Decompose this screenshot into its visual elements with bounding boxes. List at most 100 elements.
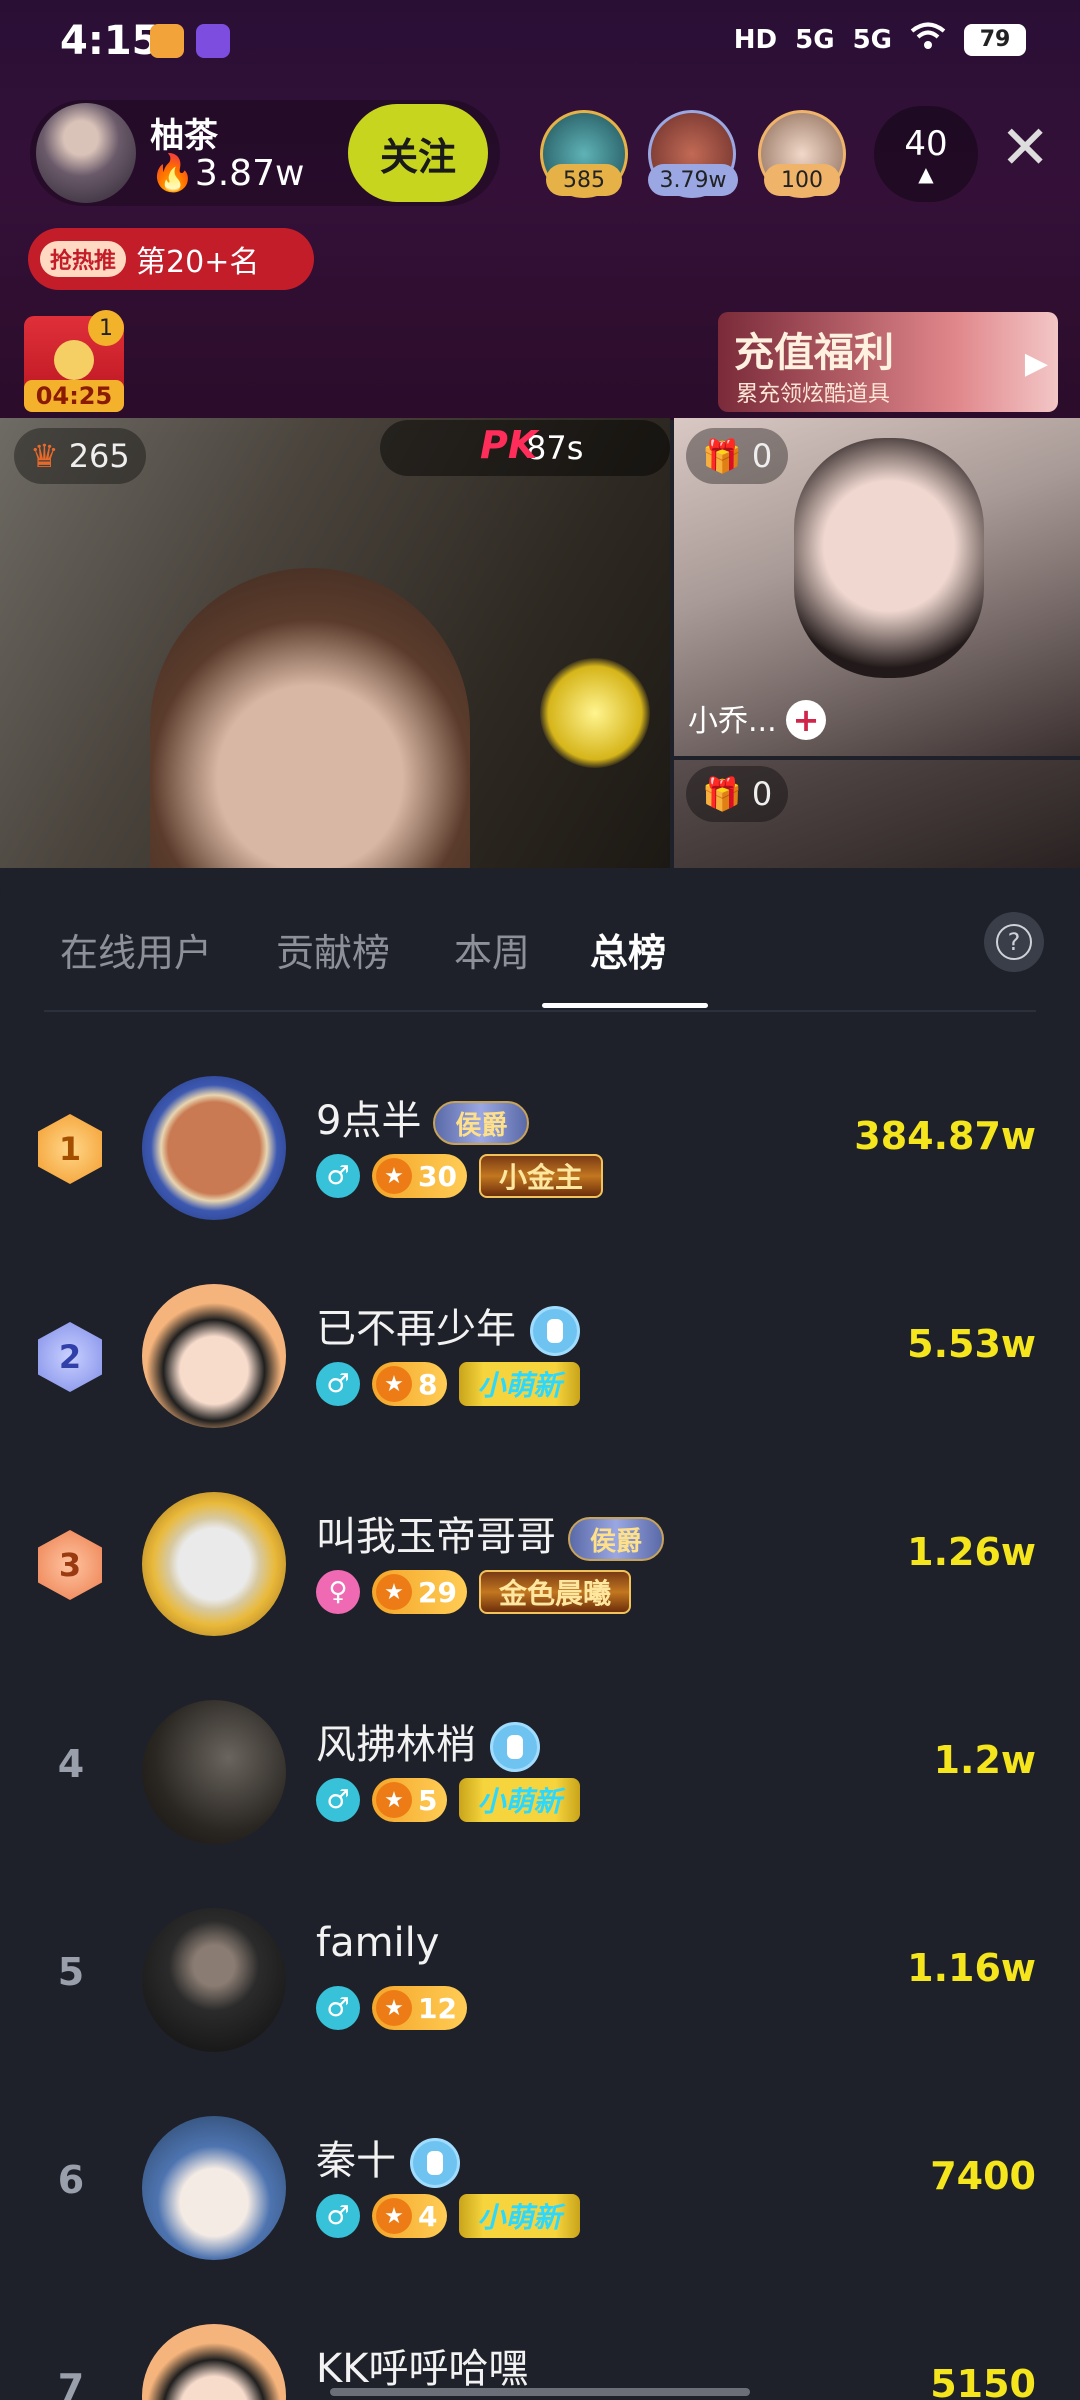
user-name: KK呼呼哈嘿 [316, 2346, 529, 2392]
contribution-score: 1.2w [933, 1738, 1036, 1782]
tab-online-users[interactable]: 在线用户 [60, 922, 212, 977]
viewer-count: 40 [904, 124, 948, 164]
user-badges: ♂ ★ 12 [316, 1986, 467, 2030]
ranking-row-4[interactable]: 4 风拂林梢 ♂ ★ 5 小萌新 1.2w [0, 1672, 1080, 1880]
app-notification-icon [196, 24, 230, 58]
question-icon: ? [996, 924, 1032, 960]
user-avatar[interactable] [142, 1908, 286, 2052]
rank-number: 5 [57, 1950, 85, 1994]
home-indicator[interactable] [330, 2388, 750, 2396]
contribution-score: 1.26w [907, 1530, 1036, 1574]
male-icon: ♂ [316, 2194, 360, 2238]
signal-5g-icon-2: 5G [852, 24, 892, 55]
tab-this-week[interactable]: 本周 [454, 922, 530, 977]
user-avatar[interactable] [142, 1492, 286, 1636]
user-avatar[interactable] [142, 2116, 286, 2260]
live-header: 4:15 HD 5G 5G 79 柚茶 🔥3.87w 关注 585 3.79w … [0, 0, 1080, 420]
male-icon: ♂ [316, 1154, 360, 1198]
rank-number: 7 [57, 2366, 85, 2400]
contribution-score: 5150 [930, 2362, 1036, 2400]
user-name: 风拂林梢 [316, 1712, 540, 1772]
user-badges: ♀ ★ 29 金色晨曦 [316, 1570, 631, 1614]
marquis-badge: 侯爵 [568, 1517, 665, 1561]
level-badge: ★ 8 [372, 1362, 448, 1406]
gift-crown-icon: ♛ [30, 437, 59, 475]
side1-gift-counter: 🎁 0 [686, 428, 789, 484]
title-badge: 小萌新 [459, 1362, 580, 1406]
level-badge: ★ 12 [372, 1986, 467, 2030]
user-badges: ♂ ★ 30 小金主 [316, 1154, 603, 1198]
signal-5g-icon: 5G [795, 24, 835, 55]
star-icon: ★ [376, 1366, 412, 1402]
user-badges: ♂ ★ 8 小萌新 [316, 1362, 580, 1406]
red-packet-timer: 04:25 [24, 380, 124, 412]
close-icon[interactable]: ✕ [1000, 118, 1050, 178]
rank-number: 6 [57, 2158, 85, 2202]
level-badge: ★ 5 [372, 1778, 448, 1822]
title-badge: 小金主 [478, 1154, 603, 1198]
tab-total[interactable]: 总榜 [590, 922, 666, 977]
red-packet-count: 1 [88, 310, 124, 346]
flame-icon: 🔥 [150, 153, 195, 194]
user-name: 9点半 侯爵 [316, 1088, 530, 1146]
ranking-row-5[interactable]: 5 family ♂ ★ 12 1.16w [0, 1880, 1080, 2088]
title-badge: 金色晨曦 [478, 1570, 631, 1614]
level-badge: ★ 4 [372, 2194, 448, 2238]
gift-box-icon: 🎁 [702, 437, 742, 475]
main-gift-counter: ♛ 265 [14, 428, 146, 484]
user-avatar[interactable] [142, 1284, 286, 1428]
star-icon: ★ [376, 2198, 412, 2234]
anchor-avatar[interactable] [36, 103, 136, 203]
pk-logo: PK [480, 423, 538, 467]
male-icon: ♂ [316, 1778, 360, 1822]
hd-icon: HD [733, 24, 778, 55]
rank-number: 4 [57, 1742, 85, 1786]
male-icon: ♂ [316, 1986, 360, 2030]
newbie-bottle-icon [410, 2138, 460, 2188]
chevron-right-icon: ▶ [1024, 346, 1048, 381]
ranking-row-2[interactable]: 2 已不再少年 ♂ ★ 8 小萌新 5.53w [0, 1256, 1080, 1464]
add-guest-icon[interactable]: + [786, 700, 826, 740]
newbie-bottle-icon [530, 1306, 580, 1356]
viewer-badge-3: 100 [764, 164, 840, 196]
pk-main-video[interactable] [0, 418, 670, 868]
star-icon: ★ [376, 1574, 412, 1610]
user-name: 秦十 [316, 2128, 460, 2188]
tab-contribution[interactable]: 贡献榜 [276, 922, 390, 977]
viewer-badge-2: 3.79w [648, 164, 738, 196]
star-icon: ★ [376, 1158, 412, 1194]
ranking-row-3[interactable]: 3 叫我玉帝哥哥 侯爵 ♀ ★ 29 金色晨曦 1.26w [0, 1464, 1080, 1672]
ranking-row-1[interactable]: 1 9点半 侯爵 ♂ ★ 30 小金主 384.87w [0, 1048, 1080, 1256]
recharge-banner[interactable]: 充值福利 累充领炫酷道具 ▶ [718, 312, 1058, 412]
tab-divider [44, 1010, 1036, 1012]
streamer-image [150, 568, 470, 868]
female-icon: ♀ [316, 1570, 360, 1614]
guest-image [794, 438, 984, 678]
contribution-score: 1.16w [907, 1946, 1036, 1990]
user-name: 已不再少年 [316, 1296, 580, 1356]
anchor-heat: 🔥3.87w [150, 153, 305, 194]
side2-gift-counter: 🎁 0 [686, 766, 789, 822]
gift-box-icon-2: 🎁 [702, 775, 742, 813]
active-tab-indicator [542, 1003, 708, 1008]
hot-rank-badge[interactable]: 抢热推 第20+名 [28, 228, 314, 290]
user-avatar[interactable] [142, 2324, 286, 2400]
side1-guest-name: 小乔... [688, 704, 777, 739]
ranking-row-6[interactable]: 6 秦十 ♂ ★ 4 小萌新 7400 [0, 2088, 1080, 2296]
ranking-row-7[interactable]: 7 KK呼呼哈嘿 5150 [0, 2296, 1080, 2400]
contribution-score: 5.53w [907, 1322, 1036, 1366]
user-name: family [316, 1920, 440, 1966]
help-button[interactable]: ? [984, 912, 1044, 972]
hot-push-tag: 抢热推 [40, 241, 127, 277]
user-avatar[interactable] [142, 1076, 286, 1220]
battery-icon: 79 [964, 23, 1026, 56]
ranking-tabs: 在线用户 贡献榜 本周 总榜 ? [0, 868, 1080, 1008]
follow-button[interactable]: 关注 [348, 104, 488, 202]
anchor-name: 柚茶 [150, 116, 218, 156]
ranking-sheet: 在线用户 贡献榜 本周 总榜 ? 1 9点半 侯爵 ♂ ★ 30 小金主 384… [0, 868, 1080, 2400]
bronze-medal-icon: 3 [38, 1530, 102, 1600]
viewer-count-button[interactable]: 40 ▲ [874, 106, 978, 202]
user-badges: ♂ ★ 5 小萌新 [316, 1778, 580, 1822]
user-name: 叫我玉帝哥哥 侯爵 [316, 1504, 665, 1562]
user-avatar[interactable] [142, 1700, 286, 1844]
